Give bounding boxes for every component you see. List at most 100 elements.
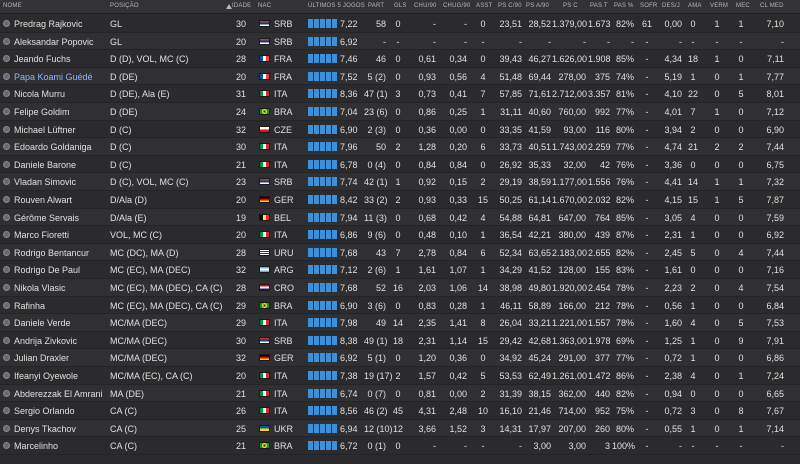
info-icon[interactable] [3, 389, 10, 397]
header-chu90[interactable]: CHU/90 [414, 3, 437, 9]
player-name[interactable]: Rodrigo De Paul [14, 265, 80, 275]
info-icon[interactable] [3, 213, 10, 221]
header-psc[interactable]: PS C [563, 3, 578, 9]
table-row[interactable]: Marcelinho CA (C) 6,72 21 BRA 0 (1) 0- - - -3,00 3… [0, 437, 800, 455]
table-row[interactable]: Rodrigo Bentancur MC (DC), MA (D) 7,68 28 UR… [0, 243, 800, 262]
player-name[interactable]: Predrag Rajkovic [14, 19, 83, 29]
info-icon[interactable] [3, 407, 10, 415]
table-row[interactable]: Ifeanyi Oyewole MC/MA (EC), CA (C) 7,38 20 I… [0, 367, 800, 385]
form-bar [326, 107, 331, 116]
info-icon[interactable] [3, 20, 10, 27]
table-row[interactable]: Papa Koami Guédé D (DE) 7,52 20 FRA 5 (2) 0 0,9… [0, 67, 800, 86]
player-name[interactable]: Michael Lüftner [14, 125, 76, 135]
info-icon[interactable] [3, 284, 10, 291]
header-gls[interactable]: GLS [394, 3, 407, 9]
info-icon[interactable] [3, 336, 10, 344]
player-name[interactable]: Ifeanyi Oyewole [14, 371, 78, 381]
header-nac[interactable]: NAC [258, 3, 271, 9]
info-icon[interactable] [3, 178, 10, 186]
info-icon[interactable] [3, 372, 10, 379]
header-desj[interactable]: DES/J [662, 3, 680, 9]
header-psa90[interactable]: PS A/90 [526, 3, 549, 9]
table-row[interactable]: Aleksandar Popovic GL 6,92 20 SRB - - - - - - - - - - -… [0, 32, 800, 51]
player-name[interactable]: Marcelinho [14, 441, 58, 451]
table-row[interactable]: Andrija Zivkovic MC/MA (DEC) 8,38 30 SRB 49 (… [0, 331, 800, 350]
info-icon[interactable] [3, 301, 10, 309]
player-name[interactable]: Julian Draxler [14, 353, 69, 363]
header-psc90[interactable]: PS C/90 [498, 3, 522, 9]
player-name[interactable]: Aleksandar Popovic [14, 37, 94, 47]
info-icon[interactable] [3, 266, 10, 274]
header-mec[interactable]: MEC [736, 3, 750, 9]
table-row[interactable]: Julian Draxler MC/MA (DEC) 6,92 32 GER 5 (1) 0… [0, 349, 800, 367]
header-verm[interactable]: VERM [710, 3, 728, 9]
table-row[interactable]: Marco Fioretti VOL, MC (C) 6,86 20 ITA 9 (6) 0… [0, 226, 800, 244]
player-name[interactable]: Denys Tkachov [14, 424, 76, 434]
info-icon[interactable] [3, 72, 10, 80]
player-name[interactable]: Marco Fioretti [14, 230, 69, 240]
player-name[interactable]: Rafinha [14, 301, 45, 311]
header-posicao[interactable]: POSIÇÃO [110, 3, 139, 9]
player-name[interactable]: Daniele Verde [14, 318, 71, 328]
header-clmed[interactable]: CL MED [760, 3, 784, 9]
table-row[interactable]: Rafinha MC (EC), MA (DEC), CA (C) 6,90 29 BR… [0, 296, 800, 315]
player-name[interactable]: Andrija Zivkovic [14, 336, 77, 346]
info-icon[interactable] [3, 160, 10, 168]
info-icon[interactable] [3, 354, 10, 362]
table-row[interactable]: Gérôme Servais D/Ala (E) 7,94 19 BEL 11 (3) 0 0… [0, 208, 800, 227]
player-name[interactable]: Nicola Murru [14, 89, 65, 99]
info-icon[interactable] [3, 143, 10, 151]
header-sofr[interactable]: SOFR [640, 3, 657, 9]
player-name[interactable]: Daniele Barone [14, 160, 76, 170]
info-icon[interactable] [3, 424, 10, 432]
table-row[interactable]: Vladan Simovic D (C), VOL, MC (C) 7,74 23 SR… [0, 173, 800, 191]
table-row[interactable]: Rodrigo De Paul MC (EC), MA (DEC) 7,12 32 AR… [0, 261, 800, 279]
info-icon[interactable] [3, 125, 10, 133]
info-icon[interactable] [3, 108, 10, 115]
player-name[interactable]: Vladan Simovic [14, 177, 76, 187]
table-row[interactable]: Nicola Murru D (DE), Ala (E) 8,36 31 ITA 47 (… [0, 85, 800, 103]
table-row[interactable]: Edoardo Goldaniga D (C) 7,96 30 ITA 50 2 1,28 0,… [0, 138, 800, 156]
header-chug90[interactable]: CHUG/90 [443, 3, 470, 9]
player-name[interactable]: Sergio Orlando [14, 406, 75, 416]
info-icon[interactable] [3, 90, 10, 98]
info-icon[interactable] [3, 231, 10, 239]
player-name[interactable]: Felipe Goldim [14, 107, 70, 117]
header-part[interactable]: PART [368, 3, 384, 9]
header-nome[interactable]: NOME [3, 3, 22, 9]
info-icon[interactable] [3, 196, 10, 203]
table-row[interactable]: Denys Tkachov CA (C) 6,94 25 UKR 12 (10) 12 3,6… [0, 419, 800, 438]
info-icon[interactable] [3, 37, 10, 45]
info-icon[interactable] [3, 248, 10, 256]
player-name[interactable]: Nikola Vlasic [14, 283, 66, 293]
cell-gls: 16 [392, 283, 403, 293]
table-row[interactable]: Rouven Alwart D/Ala (D) 8,42 20 GER 33 (2) 2 0,… [0, 191, 800, 209]
table-row[interactable]: Daniele Verde MC/MA (DEC) 7,98 29 ITA 49 14 2,3… [0, 314, 800, 332]
info-icon[interactable] [3, 55, 10, 63]
table-row[interactable]: Michael Lüftner D (C) 6,90 32 CZE 2 (3) 0 0,36 0… [0, 120, 800, 139]
player-name[interactable]: Gérôme Servais [14, 213, 79, 223]
player-name[interactable]: Jeando Fuchs [14, 54, 71, 64]
header-pst[interactable]: PAS T [590, 3, 608, 9]
table-row[interactable]: Predrag Rajkovic GL 7,22 30 SRB 58 0 - - 0 23,51 28… [0, 15, 800, 33]
header-paspct[interactable]: PAS % [614, 3, 634, 9]
table-row[interactable]: Daniele Barone D (C) 6,78 21 ITA 0 (4) 0 0,84 0,… [0, 155, 800, 174]
player-name[interactable]: Rodrigo Bentancur [14, 248, 89, 258]
cell-sofr: - [645, 283, 649, 293]
table-row[interactable]: Nikola Vlasic MC (EC), MA (DEC), CA (C) 7,… [0, 279, 800, 297]
header-idade[interactable]: IDADE [232, 3, 251, 9]
table-row[interactable]: Jeando Fuchs D (D), VOL, MC (C) 7,46 28 FRA 4… [0, 50, 800, 68]
player-name[interactable]: Rouven Alwart [14, 195, 72, 205]
player-name[interactable]: Abderezzak El Amrani [14, 389, 103, 399]
header-ama[interactable]: AMA [688, 3, 702, 9]
info-icon[interactable] [3, 442, 10, 450]
header-asst[interactable]: ASST [476, 3, 492, 9]
table-row[interactable]: Felipe Goldim D (DE) 7,04 24 BRA 23 (6) 0 0,86 0… [0, 103, 800, 121]
header-ultimos5[interactable]: ÚLTIMOS 5 JOGOS [308, 3, 365, 9]
player-name[interactable]: Papa Koami Guédé [14, 72, 93, 82]
cell-desj: 4,01 [664, 107, 682, 117]
table-row[interactable]: Abderezzak El Amrani MA (DE) 6,74 21 ITA 0 (7… [0, 384, 800, 403]
player-name[interactable]: Edoardo Goldaniga [14, 142, 92, 152]
info-icon[interactable] [3, 319, 10, 327]
table-row[interactable]: Sergio Orlando CA (C) 8,56 26 ITA 46 (2) 45 4,3… [0, 402, 800, 420]
